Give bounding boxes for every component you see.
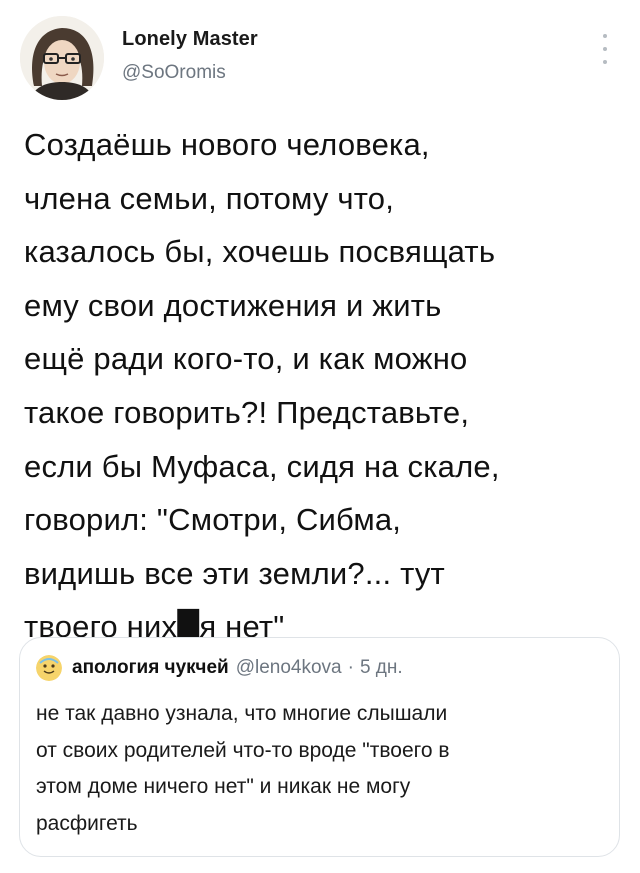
quoted-tweet-text: не так давно узнала, что многие слышали … xyxy=(36,702,450,835)
small-emoji-avatar-icon xyxy=(36,655,62,681)
quoted-author-avatar[interactable] xyxy=(36,655,62,681)
more-dot xyxy=(603,47,607,51)
quoted-tweet-header: апология чукчей @leno4kova · 5 дн. xyxy=(36,655,403,681)
author-handle[interactable]: @SoOromis xyxy=(122,62,226,84)
author-avatar[interactable] xyxy=(20,16,104,100)
tweet-header: Lonely Master @SoOromis xyxy=(20,16,620,106)
quoted-author-handle[interactable]: @leno4kova xyxy=(236,657,342,679)
tweet-screenshot: Lonely Master @SoOromis Создаёшь нового … xyxy=(0,0,640,873)
quoted-author-name[interactable]: апология чукчей xyxy=(72,657,229,679)
quoted-separator: · xyxy=(347,657,354,678)
portrait-with-glasses-avatar-icon xyxy=(20,16,104,100)
author-name[interactable]: Lonely Master xyxy=(122,28,258,51)
tweet-text: Создаёшь нового человека, члена семьи, п… xyxy=(24,127,500,645)
more-dot xyxy=(603,34,607,38)
more-vertical-icon[interactable] xyxy=(598,34,612,64)
more-dot xyxy=(603,60,607,64)
quoted-tweet-card[interactable]: апология чукчей @leno4kova · 5 дн. не та… xyxy=(19,637,620,857)
quoted-timestamp[interactable]: 5 дн. xyxy=(360,657,403,679)
